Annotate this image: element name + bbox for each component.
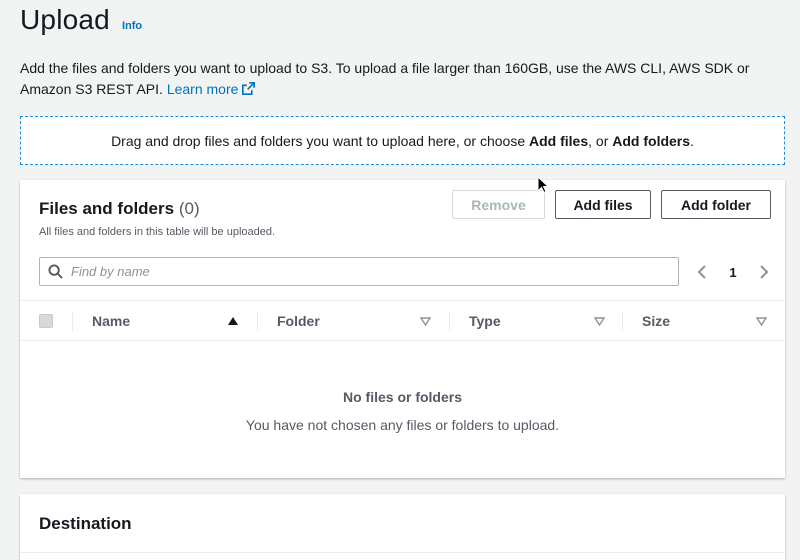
dropzone-add-folders-text: Add folders bbox=[612, 132, 691, 149]
page-header: Upload Info bbox=[20, 4, 142, 36]
dropzone-add-files-text: Add files bbox=[529, 132, 589, 149]
files-panel-title: Files and folders (0) bbox=[39, 199, 200, 219]
info-link[interactable]: Info bbox=[122, 20, 142, 32]
table-header: Name Folder Type Size bbox=[20, 300, 785, 341]
files-panel-subtitle: All files and folders in this table will… bbox=[39, 226, 276, 238]
description-text: Add the files and folders you want to up… bbox=[20, 60, 750, 97]
current-page[interactable]: 1 bbox=[729, 265, 736, 280]
page-title: Upload bbox=[20, 4, 110, 35]
empty-state-message: You have not chosen any files or folders… bbox=[245, 417, 560, 433]
dropzone-middle: , or bbox=[588, 132, 613, 149]
search-box[interactable] bbox=[39, 257, 679, 286]
column-separator bbox=[449, 311, 450, 331]
select-all-checkbox[interactable] bbox=[39, 314, 53, 328]
sort-caret-down-icon[interactable] bbox=[756, 301, 767, 341]
destination-panel: Destination bbox=[20, 494, 785, 560]
learn-more-link[interactable]: Learn more bbox=[167, 81, 256, 97]
column-separator bbox=[72, 311, 73, 331]
external-link-icon bbox=[242, 82, 256, 95]
remove-button[interactable]: Remove bbox=[452, 190, 545, 219]
add-folder-button[interactable]: Add folder bbox=[661, 190, 771, 219]
sort-ascending-icon[interactable] bbox=[227, 301, 239, 341]
destination-divider bbox=[20, 552, 785, 553]
sort-caret-down-icon[interactable] bbox=[420, 301, 431, 341]
column-header-size[interactable]: Size bbox=[642, 301, 670, 341]
dropzone-text: Drag and drop files and folders you want… bbox=[111, 133, 694, 149]
page-description: Add the files and folders you want to up… bbox=[20, 58, 790, 100]
column-separator bbox=[622, 311, 623, 331]
empty-state-title: No files or folders bbox=[342, 389, 463, 405]
column-header-folder[interactable]: Folder bbox=[277, 301, 320, 341]
column-header-name[interactable]: Name bbox=[92, 301, 130, 341]
learn-more-label: Learn more bbox=[166, 81, 239, 97]
dropzone-suffix: . bbox=[690, 132, 694, 149]
search-input[interactable] bbox=[71, 264, 651, 279]
sort-caret-down-icon[interactable] bbox=[594, 301, 605, 341]
search-icon bbox=[48, 264, 63, 279]
add-files-button[interactable]: Add files bbox=[555, 190, 651, 219]
mouse-pointer-icon bbox=[537, 176, 549, 194]
upload-dropzone[interactable]: Drag and drop files and folders you want… bbox=[20, 116, 785, 165]
files-panel-title-text: Files and folders bbox=[39, 199, 175, 218]
destination-title: Destination bbox=[39, 514, 132, 533]
dropzone-prefix: Drag and drop files and folders you want… bbox=[111, 132, 529, 149]
column-separator bbox=[257, 311, 258, 331]
chevron-right-icon[interactable] bbox=[757, 264, 771, 280]
files-and-folders-panel: Files and folders (0) All files and fold… bbox=[20, 180, 785, 478]
files-count: (0) bbox=[178, 199, 200, 218]
column-header-type[interactable]: Type bbox=[469, 301, 501, 341]
chevron-left-icon[interactable] bbox=[695, 264, 709, 280]
pagination: 1 bbox=[695, 261, 771, 283]
